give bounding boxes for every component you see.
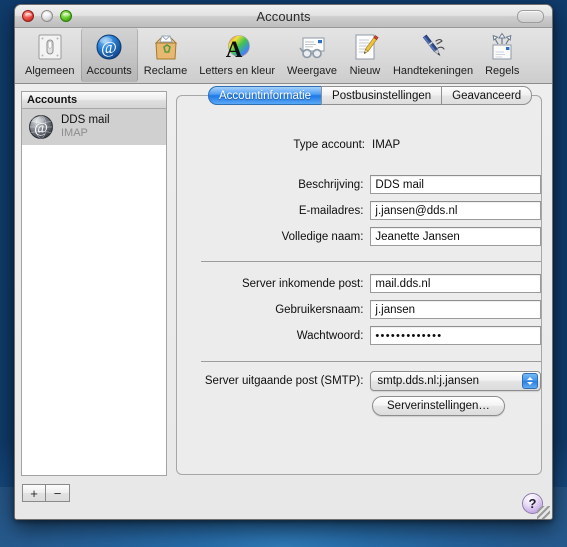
toolbar-item-label: Letters en kleur <box>199 65 276 77</box>
account-kind: IMAP <box>61 127 88 140</box>
at-sign-icon: @ <box>93 31 125 63</box>
fonts-colors-icon: A <box>221 31 253 63</box>
minimize-button[interactable] <box>41 10 53 22</box>
toolbar-item-label: Nieuw <box>349 65 381 77</box>
field-row-volledige-naam: Volledige naam: Jeanette Jansen <box>177 227 541 246</box>
close-button[interactable] <box>22 10 34 22</box>
tab-accountinformatie[interactable]: Accountinformatie <box>208 86 322 105</box>
add-account-button[interactable]: + <box>22 484 46 502</box>
gebruikersnaam-label: Gebruikersnaam: <box>275 303 364 316</box>
window-titlebar[interactable]: Accounts <box>15 5 552 28</box>
tab-geavanceerd[interactable]: Geavanceerd <box>441 86 533 105</box>
section-separator-2 <box>201 361 541 362</box>
toolbar-item-nieuw[interactable]: Nieuw <box>343 28 387 82</box>
account-type-value: IMAP <box>372 139 401 151</box>
server-inkomende-post-label: Server inkomende post: <box>241 277 364 290</box>
tab-content-panel: Type account: IMAP Beschrijving: DDS mai… <box>176 95 542 475</box>
smtp-label: Server uitgaande post (SMTP): <box>204 375 364 387</box>
field-row-emailadres: E‑mailadres: j.jansen@dds.nl <box>177 201 541 220</box>
remove-account-button[interactable]: − <box>46 484 70 502</box>
toolbar-item-weergave[interactable]: Weergave <box>281 28 343 82</box>
toolbar-item-label: Handtekeningen <box>392 65 474 77</box>
field-row-smtp: Server uitgaande post (SMTP): smtp.dds.n… <box>177 371 541 391</box>
window-title: Accounts <box>256 8 311 24</box>
account-name: DDS mail <box>61 114 110 127</box>
beschrijving-label: Beschrijving: <box>298 178 364 191</box>
tab-postbusinstellingen[interactable]: Postbusinstellingen <box>321 86 442 105</box>
tab-bar: Accountinformatie Postbusinstellingen Ge… <box>208 86 533 105</box>
toolbar-item-algemeen[interactable]: Algemeen <box>19 28 81 82</box>
junk-mail-bag-icon <box>150 31 182 63</box>
rules-arrows-icon <box>486 31 518 63</box>
chevron-updown-icon <box>522 373 538 389</box>
beschrijving-input[interactable]: DDS mail <box>370 175 541 194</box>
toolbar-item-label: Accounts <box>86 65 132 77</box>
svg-text:@: @ <box>101 38 117 57</box>
field-row-gebruikersnaam: Gebruikersnaam: j.jansen <box>177 300 541 319</box>
wachtwoord-input[interactable]: ••••••••••••• <box>370 326 541 345</box>
field-row-account-type: Type account: IMAP <box>177 139 541 151</box>
field-row-server-settings-button: Serverinstellingen… <box>177 396 541 416</box>
smtp-server-value: smtp.dds.nl:j.jansen <box>377 375 480 387</box>
preferences-body: Accounts @ DDS mail IMAP + − Accountinfo… <box>15 84 552 519</box>
toolbar-item-label: Weergave <box>287 65 337 77</box>
smtp-server-popup[interactable]: smtp.dds.nl:j.jansen <box>370 371 541 391</box>
emailadres-label: E‑mailadres: <box>298 204 364 217</box>
toolbar-item-label: Algemeen <box>25 65 75 77</box>
section-separator-1 <box>201 261 541 262</box>
accounts-list-header: Accounts <box>22 92 166 109</box>
toolbar-item-regels[interactable]: Regels <box>479 28 525 82</box>
toolbar-toggle-button[interactable] <box>517 10 544 23</box>
preferences-toolbar: Algemeen @ Accounts Reclame A Letters en… <box>15 28 552 84</box>
gebruikersnaam-input[interactable]: j.jansen <box>370 300 541 319</box>
emailadres-input[interactable]: j.jansen@dds.nl <box>370 201 541 220</box>
field-row-wachtwoord: Wachtwoord: ••••••••••••• <box>177 326 541 345</box>
general-switch-icon <box>34 31 66 63</box>
toolbar-item-reclame[interactable]: Reclame <box>138 28 193 82</box>
signature-pen-icon <box>417 31 449 63</box>
compose-pencil-icon <box>349 31 381 63</box>
resize-grip[interactable] <box>537 506 550 519</box>
svg-text:A: A <box>226 37 243 62</box>
field-row-server-inkomende-post: Server inkomende post: mail.dds.nl <box>177 274 541 293</box>
toolbar-item-accounts[interactable]: @ Accounts <box>80 28 138 82</box>
wachtwoord-label: Wachtwoord: <box>296 329 364 342</box>
volledige-naam-label: Volledige naam: <box>281 230 364 243</box>
accounts-preferences-window: Accounts Algemeen @ Accounts Reclame A L… <box>14 4 553 520</box>
server-inkomende-post-input[interactable]: mail.dds.nl <box>370 274 541 293</box>
viewing-glasses-icon <box>296 31 328 63</box>
field-row-beschrijving: Beschrijving: DDS mail <box>177 175 541 194</box>
account-type-label: Type account: <box>293 139 365 151</box>
toolbar-item-letters-en-kleur[interactable]: A Letters en kleur <box>193 28 281 82</box>
toolbar-item-handtekeningen[interactable]: Handtekeningen <box>387 28 479 82</box>
volledige-naam-input[interactable]: Jeanette Jansen <box>370 227 541 246</box>
toolbar-item-label: Reclame <box>143 65 188 77</box>
account-globe-at-icon: @ <box>28 114 54 140</box>
account-list-item[interactable]: @ DDS mail IMAP <box>22 109 166 145</box>
zoom-button[interactable] <box>60 10 72 22</box>
account-list-buttons: + − <box>22 484 70 502</box>
svg-text:@: @ <box>34 121 48 137</box>
server-settings-button[interactable]: Serverinstellingen… <box>372 396 505 416</box>
accounts-list[interactable]: Accounts @ DDS mail IMAP <box>21 91 167 476</box>
toolbar-item-label: Regels <box>485 65 520 77</box>
